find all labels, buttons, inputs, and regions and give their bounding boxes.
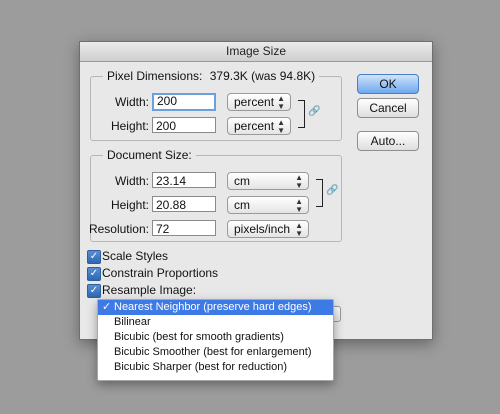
- doc-height-label: Height:: [110, 198, 149, 212]
- popup-arrows-icon: ▲ ▼: [295, 221, 303, 238]
- auto-button[interactable]: Auto...: [357, 131, 419, 151]
- cancel-button[interactable]: Cancel: [357, 98, 419, 118]
- menu-item-label: Bilinear: [114, 316, 151, 328]
- popup-arrows-icon: ▲ ▼: [277, 94, 285, 111]
- pixel-dimensions-size: 379.3K (was 94.8K): [209, 69, 316, 83]
- pixel-width-unit-value: percent: [234, 95, 275, 109]
- pixel-height-unit-select[interactable]: percent ▲ ▼: [227, 117, 291, 135]
- pixel-width-unit-select[interactable]: percent ▲ ▼: [227, 93, 291, 111]
- doc-constrain-bracket: [316, 179, 323, 207]
- doc-height-field[interactable]: 20.88: [152, 196, 216, 212]
- pixel-height-label: Height:: [110, 119, 149, 133]
- document-size-legend: Document Size:: [103, 148, 196, 162]
- menu-item-nearest-neighbor[interactable]: ✓ Nearest Neighbor (preserve hard edges): [98, 300, 333, 315]
- popup-arrows-icon: ▲ ▼: [295, 173, 303, 190]
- constrain-proportions-checkbox[interactable]: ✓: [87, 267, 101, 281]
- menu-item-bilinear[interactable]: Bilinear: [98, 315, 333, 330]
- doc-height-unit-value: cm: [234, 198, 250, 212]
- pixel-dimensions-label: Pixel Dimensions:: [107, 69, 203, 83]
- popup-arrows-icon: ▲ ▼: [295, 197, 303, 214]
- menu-item-label: Bicubic (best for smooth gradients): [114, 331, 284, 343]
- document-size-group: Document Size: Width: 23.14 cm ▲ ▼ Height…: [89, 148, 342, 242]
- menu-item-label: Bicubic Smoother (best for enlargement): [114, 346, 312, 358]
- menu-item-label: Nearest Neighbor (preserve hard edges): [114, 301, 312, 313]
- dialog-title: Image Size: [80, 42, 432, 62]
- pixel-dimensions-legend: Pixel Dimensions: 379.3K (was 94.8K): [103, 69, 320, 83]
- constrain-bracket: [298, 100, 305, 128]
- resolution-unit-value: pixels/inch: [234, 222, 291, 236]
- resolution-label: Resolution:: [88, 222, 149, 236]
- resample-method-menu: ✓ Nearest Neighbor (preserve hard edges)…: [97, 299, 334, 381]
- pixel-height-field[interactable]: 200: [152, 117, 216, 133]
- menu-item-label: Bicubic Sharper (best for reduction): [114, 361, 288, 373]
- chain-link-icon: 🔗: [308, 106, 321, 117]
- doc-width-unit-value: cm: [234, 174, 250, 188]
- chain-link-icon: 🔗: [326, 185, 339, 196]
- menu-item-bicubic-smoother[interactable]: Bicubic Smoother (best for enlargement): [98, 345, 333, 360]
- checkmark-icon: ✓: [102, 301, 112, 313]
- scale-styles-checkbox[interactable]: ✓: [87, 250, 101, 264]
- scale-styles-label: Scale Styles: [102, 249, 169, 263]
- resolution-unit-select[interactable]: pixels/inch ▲ ▼: [227, 220, 309, 238]
- menu-item-bicubic-sharper[interactable]: Bicubic Sharper (best for reduction): [98, 360, 333, 375]
- ok-button[interactable]: OK: [357, 74, 419, 94]
- doc-height-unit-select[interactable]: cm ▲ ▼: [227, 196, 309, 214]
- resolution-field[interactable]: 72: [152, 220, 216, 236]
- image-size-dialog: Image Size Pixel Dimensions: 379.3K (was…: [79, 41, 433, 340]
- resample-image-label: Resample Image:: [102, 283, 197, 297]
- pixel-width-label: Width:: [114, 95, 149, 109]
- pixel-dimensions-group: Pixel Dimensions: 379.3K (was 94.8K) Wid…: [90, 69, 342, 141]
- constrain-proportions-label: Constrain Proportions: [102, 266, 219, 280]
- resample-image-checkbox[interactable]: ✓: [87, 284, 101, 298]
- doc-width-field[interactable]: 23.14: [152, 172, 216, 188]
- pixel-height-unit-value: percent: [234, 119, 275, 133]
- doc-width-label: Width:: [114, 174, 149, 188]
- doc-width-unit-select[interactable]: cm ▲ ▼: [227, 172, 309, 190]
- pixel-width-field[interactable]: 200: [152, 93, 216, 111]
- popup-arrows-icon: ▲ ▼: [277, 118, 285, 135]
- menu-item-bicubic[interactable]: Bicubic (best for smooth gradients): [98, 330, 333, 345]
